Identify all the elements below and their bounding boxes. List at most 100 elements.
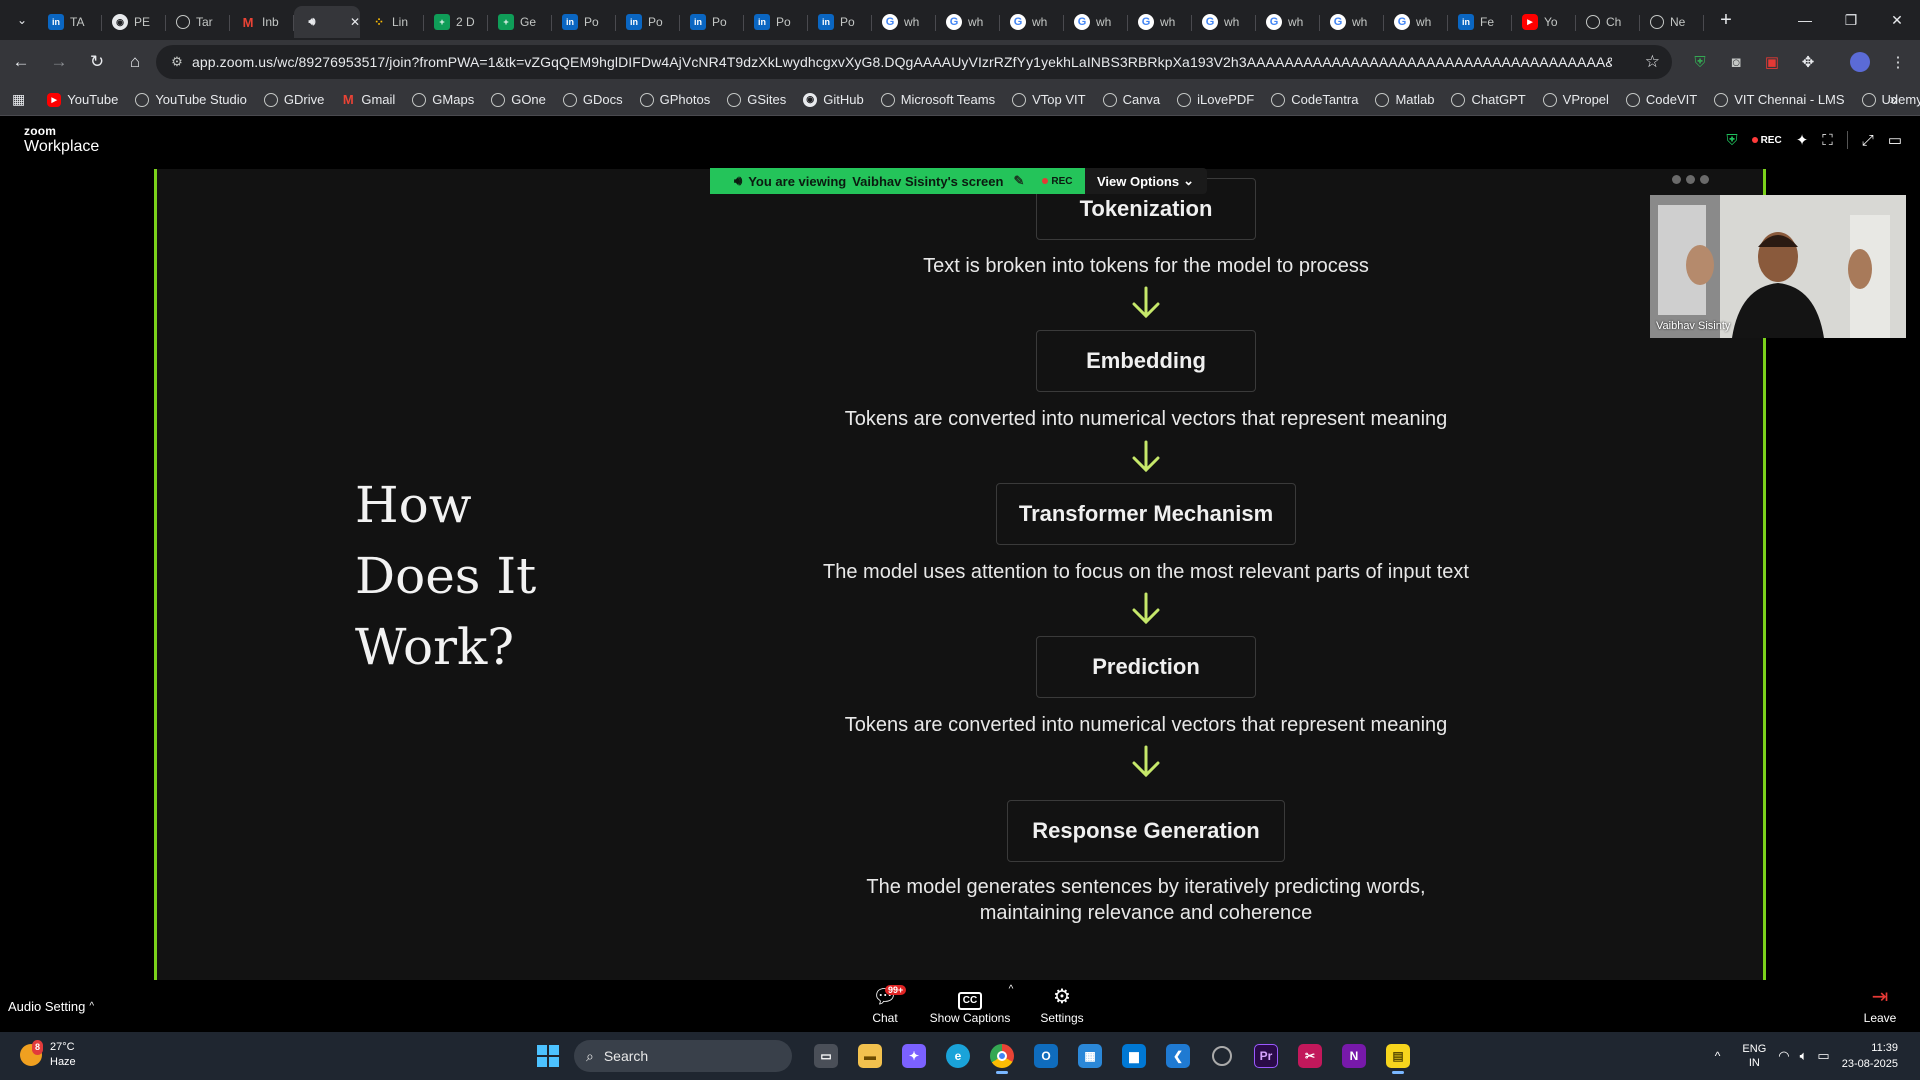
browser-tab[interactable]: + Ge	[488, 6, 552, 38]
browser-tab[interactable]: in Po	[616, 6, 680, 38]
site-info-icon[interactable]: ⚙	[162, 54, 192, 70]
home-icon[interactable]: ⌂	[118, 45, 152, 79]
bookmark-item[interactable]: Matlab	[1375, 92, 1434, 107]
bookmark-item[interactable]: CodeVIT	[1625, 92, 1697, 107]
bookmark-item[interactable]: VTop VIT	[1012, 92, 1086, 107]
video-panel-controls[interactable]	[1672, 175, 1709, 184]
minimize-icon[interactable]: —	[1782, 0, 1828, 40]
settings-button[interactable]: ⚙ Settings	[1036, 985, 1088, 1025]
premiere-button[interactable]: Pr	[1244, 1036, 1288, 1076]
browser-tab[interactable]: in Po	[808, 6, 872, 38]
bookmark-item[interactable]: CodeTantra	[1271, 92, 1358, 107]
browser-tab[interactable]: in Fe	[1448, 6, 1512, 38]
bookmark-item[interactable]: Microsoft Teams	[880, 92, 995, 107]
bookmark-item[interactable]: GDrive	[263, 92, 324, 107]
bookmark-item[interactable]: M Gmail	[341, 92, 395, 107]
browser-tab[interactable]: Tar	[166, 6, 230, 38]
close-tab-icon[interactable]: ✕	[350, 15, 360, 29]
snipping-button[interactable]: ✂	[1288, 1036, 1332, 1076]
bookmark-item[interactable]: iLovePDF	[1177, 92, 1254, 107]
captions-options-caret[interactable]: ^	[1004, 984, 1018, 995]
browser-tab[interactable]: Gwh	[1128, 6, 1192, 38]
browser-tab[interactable]: Gwh	[936, 6, 1000, 38]
recording-indicator[interactable]: REC	[1751, 135, 1782, 146]
browser-tab[interactable]: M Inb	[230, 6, 294, 38]
weather-widget[interactable]: 8 27°C Haze	[20, 1040, 76, 1070]
browser-tab[interactable]: Gwh	[1064, 6, 1128, 38]
forward-arrow-icon[interactable]: →	[42, 45, 76, 79]
bookmark-item[interactable]: Canva	[1102, 92, 1160, 107]
sticky-notes-button[interactable]: ▤	[1376, 1036, 1420, 1076]
chat-button[interactable]: 💬︎ 99+ Chat	[863, 985, 907, 1025]
app-button[interactable]: ▆	[1112, 1036, 1156, 1076]
extensions-puzzle-icon[interactable]: ✥	[1792, 46, 1824, 78]
browser-tab[interactable]: +2 D	[424, 6, 488, 38]
file-explorer-button[interactable]: ▬	[848, 1036, 892, 1076]
tab-search-button[interactable]: ⌄	[6, 6, 38, 34]
browser-tab[interactable]: ⁘ Lin	[360, 6, 424, 38]
camera-extension-icon[interactable]: ◙	[1720, 46, 1752, 78]
store-button[interactable]: ▦	[1068, 1036, 1112, 1076]
vscode-button[interactable]: ❮	[1156, 1036, 1200, 1076]
browser-tab[interactable]: Gwh	[1000, 6, 1064, 38]
browser-tab[interactable]: 🔊︎ ✕	[294, 6, 360, 38]
bookmark-item[interactable]: ◉ GitHub	[803, 92, 864, 107]
browser-menu-icon[interactable]: ⋮	[1882, 46, 1914, 78]
bookmark-item[interactable]: GPhotos	[639, 92, 710, 107]
clock[interactable]: 11:39 23-08-2025	[1842, 1040, 1898, 1072]
browser-tab[interactable]: ◉ PE	[102, 6, 166, 38]
audio-setting-button[interactable]: Audio Setting ^	[8, 999, 94, 1014]
browser-tab[interactable]: in Po	[744, 6, 808, 38]
chevron-up-icon[interactable]: ^	[1715, 1049, 1721, 1063]
copilot-button[interactable]: ✦	[892, 1036, 936, 1076]
encryption-shield-icon[interactable]: ⛨	[1726, 132, 1737, 149]
bookmark-item[interactable]: GSites	[727, 92, 786, 107]
browser-tab[interactable]: Gwh	[1192, 6, 1256, 38]
ai-companion-icon[interactable]: ✦	[1796, 131, 1809, 149]
start-button[interactable]	[526, 1036, 570, 1076]
gallery-icon[interactable]: ⛶	[1822, 132, 1833, 149]
view-options-button[interactable]: View Options ⌄	[1085, 168, 1207, 194]
language-indicator[interactable]: ENG IN	[1742, 1042, 1766, 1070]
onenote-button[interactable]: N	[1332, 1036, 1376, 1076]
outlook-button[interactable]: O	[1024, 1036, 1068, 1076]
bookmark-star-icon[interactable]: ☆	[1645, 52, 1660, 72]
shield-extension-icon[interactable]: ⛨	[1684, 46, 1716, 78]
address-bar[interactable]: ⚙ app.zoom.us/wc/89276953517/join?fromPW…	[156, 45, 1672, 79]
taskbar-search[interactable]: ⌕ Search	[574, 1040, 792, 1072]
show-captions-button[interactable]: CC Show Captions	[928, 985, 1012, 1025]
bookmark-item[interactable]: ChatGPT	[1451, 92, 1526, 107]
reload-icon[interactable]: ↻	[80, 45, 114, 79]
browser-tab[interactable]: Ch	[1576, 6, 1640, 38]
task-view-button[interactable]: ▭	[804, 1036, 848, 1076]
app-circle-button[interactable]	[1200, 1036, 1244, 1076]
restore-icon[interactable]: ❐	[1828, 0, 1874, 40]
more-bookmarks-icon[interactable]: »	[1890, 91, 1898, 108]
pocket-extension-icon[interactable]: ▣	[1756, 46, 1788, 78]
profile-avatar[interactable]	[1844, 46, 1876, 78]
bookmark-item[interactable]: VIT Chennai - LMS	[1714, 92, 1845, 107]
browser-tab[interactable]: Gwh	[1320, 6, 1384, 38]
bookmark-item[interactable]: ▶ YouTube	[47, 92, 118, 107]
browser-tab[interactable]: Ne	[1640, 6, 1704, 38]
fullscreen-icon[interactable]: ⤢	[1862, 132, 1874, 149]
browser-tab[interactable]: in TA	[38, 6, 102, 38]
back-arrow-icon[interactable]: ←	[4, 45, 38, 79]
new-tab-button[interactable]: +	[1712, 9, 1740, 32]
leave-button[interactable]: ⇥ Leave	[1862, 985, 1898, 1025]
chrome-button[interactable]	[980, 1036, 1024, 1076]
bookmark-item[interactable]: GMaps	[412, 92, 474, 107]
browser-tab[interactable]: ▶ Yo	[1512, 6, 1576, 38]
bookmark-item[interactable]: VPropel	[1542, 92, 1609, 107]
bookmark-item[interactable]: GDocs	[562, 92, 623, 107]
browser-tab[interactable]: in Po	[552, 6, 616, 38]
close-window-icon[interactable]: ✕	[1874, 0, 1920, 40]
participant-video[interactable]: Vaibhav Sisinty	[1650, 195, 1906, 338]
bookmark-item[interactable]: GOne	[491, 92, 546, 107]
edge-button[interactable]: e	[936, 1036, 980, 1076]
browser-tab[interactable]: in Po	[680, 6, 744, 38]
browser-tab[interactable]: Gwh	[872, 6, 936, 38]
system-icons[interactable]: ◠ 🔈︎ ▭	[1778, 1048, 1829, 1064]
bookmark-item[interactable]: YouTube Studio	[135, 92, 247, 107]
apps-grid-icon[interactable]: ▦	[12, 91, 25, 108]
